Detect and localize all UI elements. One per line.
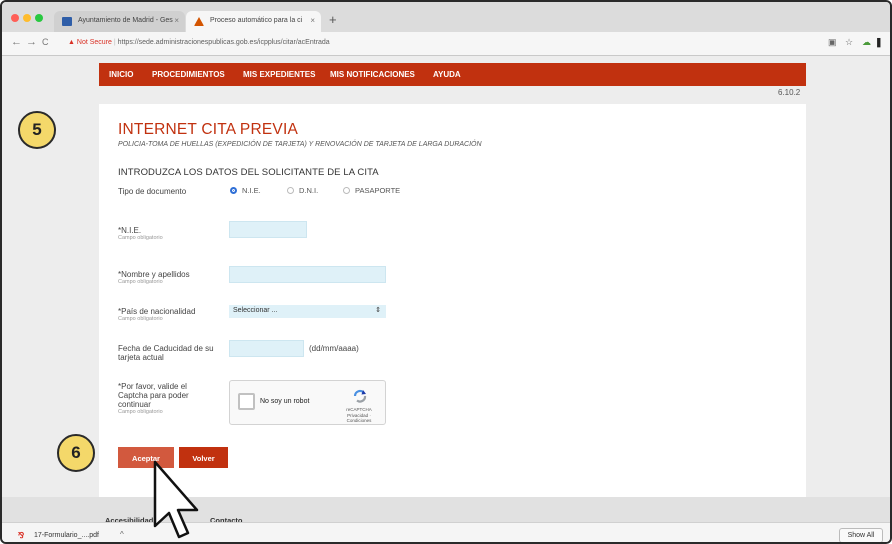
radio-dni[interactable]: D.N.I.: [287, 186, 318, 195]
star-icon[interactable]: ☆: [845, 37, 853, 48]
recaptcha-logo-icon: [353, 389, 367, 403]
minimize-window-icon[interactable]: [23, 14, 31, 22]
forward-arrow-icon[interactable]: →: [26, 36, 37, 48]
page-content: INICIO PROCEDIMIENTOS MIS EXPEDIENTES MI…: [2, 57, 890, 529]
expiry-label-line1: Fecha de Caducidad de su: [118, 344, 214, 353]
version-label: 6.10.2: [778, 88, 801, 97]
tab-label: Ayuntamiento de Madrid - Ges: [78, 17, 173, 24]
profile-icon[interactable]: ❚: [875, 37, 883, 48]
favicon-icon: [194, 17, 204, 26]
name-label: *Nombre y apellidos Campo obligatorio: [118, 270, 190, 286]
radio-nie[interactable]: N.I.E.: [230, 186, 261, 195]
captcha-label-line3: continuar: [118, 400, 151, 409]
page-subtitle: POLICIA-TOMA DE HUELLAS (EXPEDICIÓN DE T…: [118, 141, 482, 148]
name-input[interactable]: [229, 266, 386, 283]
show-all-button[interactable]: Show All: [839, 528, 883, 542]
download-options-icon[interactable]: ^: [120, 530, 124, 539]
back-arrow-icon[interactable]: ←: [11, 36, 22, 48]
required-note: Campo obligatorio: [118, 235, 163, 241]
radio-label: D.N.I.: [299, 186, 319, 195]
nationality-select[interactable]: Seleccionar ... ⇕: [229, 305, 386, 318]
warning-triangle-icon: ▲: [68, 39, 75, 46]
nav-item-procedimientos[interactable]: PROCEDIMIENTOS: [152, 70, 225, 79]
nav-item-inicio[interactable]: INICIO: [109, 70, 133, 79]
extension-icon[interactable]: ▣: [828, 37, 837, 48]
step-badge-6: 6: [57, 434, 95, 472]
date-format-hint: (dd/mm/aaaa): [309, 344, 359, 353]
nationality-label-text: *País de nacionalidad: [118, 307, 196, 316]
mouse-pointer-icon: [153, 460, 199, 539]
menu-icon[interactable]: ⋮: [886, 37, 890, 48]
required-note: Campo obligatorio: [118, 279, 163, 285]
select-arrows-icon: ⇕: [375, 307, 381, 314]
close-tab-icon[interactable]: ×: [174, 16, 179, 25]
captcha-label: *Por favor, valide el Captcha para poder…: [118, 382, 189, 416]
captcha-label-line2: Captcha para poder: [118, 391, 189, 400]
radio-unselected-icon: [287, 187, 294, 194]
nav-item-mis-expedientes[interactable]: MIS EXPEDIENTES: [243, 70, 315, 79]
favicon-icon: [62, 17, 72, 26]
doc-type-label: Tipo de documento: [118, 187, 187, 196]
tab-label: Proceso automático para la ci: [210, 17, 303, 24]
main-navbar: INICIO PROCEDIMIENTOS MIS EXPEDIENTES MI…: [99, 63, 806, 86]
recaptcha-brand: reCAPTCHA: [346, 407, 372, 412]
download-shelf: ⅋ 17-Formulario_....pdf ^ Show All: [2, 522, 890, 542]
required-note: Campo obligatorio: [118, 316, 163, 322]
recaptcha-links[interactable]: Privacidad · Condiciones: [347, 413, 372, 424]
tab-ayuntamiento[interactable]: Ayuntamiento de Madrid - Ges ×: [54, 11, 185, 32]
browser-window: Ayuntamiento de Madrid - Ges × Proceso a…: [0, 0, 892, 544]
radio-label: PASAPORTE: [355, 186, 401, 195]
reload-icon[interactable]: C: [42, 37, 49, 47]
address-bar[interactable]: ▲ Not Secure | https://sede.administraci…: [68, 35, 812, 52]
section-heading: INTRODUZCA LOS DATOS DEL SOLICITANTE DE …: [118, 167, 379, 178]
name-label-text: *Nombre y apellidos: [118, 270, 190, 279]
form-card: INTERNET CITA PREVIA POLICIA-TOMA DE HUE…: [99, 104, 806, 529]
radio-pasaporte[interactable]: PASAPORTE: [343, 186, 400, 195]
download-file-name[interactable]: 17-Formulario_....pdf: [34, 532, 99, 539]
expiry-date-input[interactable]: [229, 340, 304, 357]
recaptcha-checkbox[interactable]: [238, 393, 255, 410]
tab-strip: Ayuntamiento de Madrid - Ges × Proceso a…: [2, 2, 890, 32]
nationality-label: *País de nacionalidad Campo obligatorio: [118, 307, 195, 323]
recaptcha-label: No soy un robot: [260, 398, 310, 405]
maximize-window-icon[interactable]: [35, 14, 43, 22]
step-badge-5: 5: [18, 111, 56, 149]
close-tab-icon[interactable]: ×: [310, 16, 315, 25]
expiry-label-line2: tarjeta actual: [118, 353, 164, 362]
nav-item-ayuda[interactable]: AYUDA: [433, 70, 461, 79]
new-tab-button[interactable]: +: [329, 12, 337, 27]
pdf-file-icon: ⅋: [18, 531, 25, 540]
tab-proceso[interactable]: Proceso automático para la ci ×: [186, 11, 321, 32]
address-toolbar: ← → C ▲ Not Secure | https://sede.admini…: [2, 32, 890, 56]
required-note: Campo obligatorio: [118, 409, 163, 415]
close-window-icon[interactable]: [11, 14, 19, 22]
radio-label: N.I.E.: [242, 186, 261, 195]
captcha-label-line1: *Por favor, valide el: [118, 382, 187, 391]
url-text: https://sede.administracionespublicas.go…: [117, 39, 330, 46]
nie-label-text: *N.I.E.: [118, 226, 142, 235]
nav-item-mis-notificaciones[interactable]: MIS NOTIFICACIONES: [330, 70, 415, 79]
cloud-icon[interactable]: ☁: [862, 37, 871, 48]
nie-label: *N.I.E. Campo obligatorio: [118, 226, 163, 242]
nie-input[interactable]: [229, 221, 307, 238]
radio-unselected-icon: [343, 187, 350, 194]
not-secure-label: Not Secure: [76, 39, 112, 46]
page-title: INTERNET CITA PREVIA: [118, 121, 298, 138]
radio-selected-icon: [230, 187, 237, 194]
expiry-label: Fecha de Caducidad de su tarjeta actual: [118, 344, 214, 362]
recaptcha-widget: No soy un robot reCAPTCHA Privacidad · C…: [229, 380, 386, 425]
recaptcha-text: reCAPTCHA Privacidad · Condiciones: [335, 407, 383, 424]
select-value: Seleccionar ...: [233, 307, 278, 314]
